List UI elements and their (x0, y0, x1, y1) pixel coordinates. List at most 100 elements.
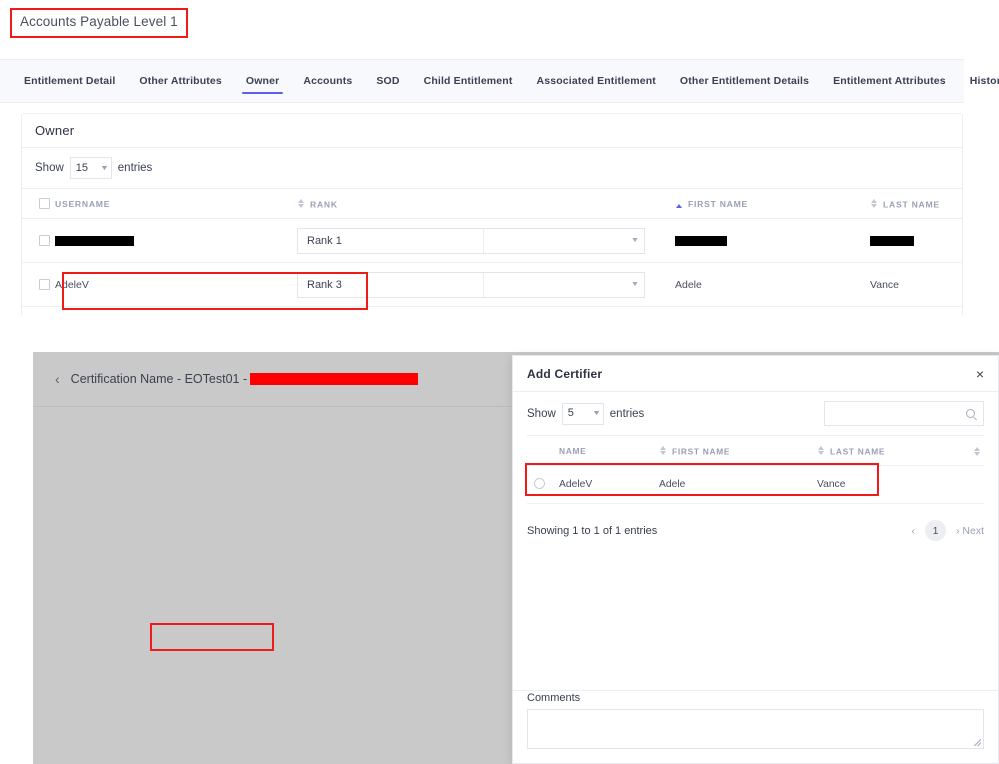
cell-last-name: Vance (870, 262, 962, 307)
search-icon (966, 409, 975, 418)
chevron-down-icon: ▼ (630, 281, 640, 288)
tab-child-entitlement[interactable]: Child Entitlement (424, 59, 513, 103)
redacted-certification-name (250, 373, 419, 385)
certifier-header-row: NAME FIRST NAME LAST NAME (527, 435, 984, 466)
tab-other-entitlement-details[interactable]: Other Entitlement Details (680, 59, 809, 103)
search-input[interactable] (824, 401, 984, 426)
chevron-down-icon: ▼ (591, 410, 601, 417)
col-first-name[interactable]: FIRST NAME (659, 435, 817, 466)
row-select-cell (527, 465, 559, 504)
table-row[interactable]: Rank 1 ▼ (22, 218, 962, 263)
page-size-select[interactable]: 5 ▼ (561, 402, 604, 425)
table-row[interactable]: AdeleV Rank 3 ▼ Adele Vance (22, 262, 962, 307)
col-rank[interactable]: RANK (297, 188, 675, 219)
col-username-label: USERNAME (55, 198, 111, 209)
select-header (527, 435, 559, 466)
rank-value: Rank 3 (307, 278, 342, 291)
tab-associated-entitlement[interactable]: Associated Entitlement (537, 59, 656, 103)
add-certifier-modal: Add Certifier × Show 5 ▼ entries NAME FI… (512, 355, 999, 764)
col-username[interactable]: USERNAME (55, 188, 297, 219)
row-select-cell (22, 218, 55, 263)
tab-label: Other Entitlement Details (679, 75, 810, 87)
comments-textarea[interactable] (527, 709, 984, 749)
cell-username (55, 218, 297, 263)
col-last-name[interactable]: LAST NAME (870, 188, 962, 219)
cell-username: AdeleV (55, 262, 297, 307)
col-rank-label: RANK (310, 199, 338, 210)
close-icon[interactable]: × (976, 367, 984, 381)
sort-icon (870, 198, 877, 209)
select-all-checkbox[interactable] (39, 198, 50, 210)
row-checkbox[interactable] (39, 235, 50, 247)
tab-owner[interactable]: Owner (241, 59, 284, 103)
screenshot-root: Accounts Payable Level 1 Entitlement Det… (0, 0, 999, 764)
certification-body (33, 406, 512, 764)
sort-icon (297, 198, 304, 209)
rank-dropdown[interactable]: Rank 3 ▼ (297, 271, 645, 298)
tab-accounts[interactable]: Accounts (303, 59, 352, 103)
col-name-label: NAME (559, 445, 587, 456)
pager-prev[interactable]: ‹ (911, 525, 915, 537)
col-first-name[interactable]: FIRST NAME (675, 188, 870, 219)
cell-last-name (870, 218, 962, 263)
cell-first-name: Adele (675, 262, 870, 307)
chevron-down-icon: ▼ (99, 164, 109, 172)
pager-page-1[interactable]: 1 (924, 520, 946, 541)
chevron-down-icon: ▼ (630, 237, 640, 244)
row-checkbox[interactable] (39, 279, 50, 291)
rank-dropdown[interactable]: Rank 1 ▼ (297, 227, 645, 254)
sort-icon (817, 445, 824, 456)
certification-header: ‹ Certification Name - EOTest01 - (33, 352, 512, 406)
row-radio[interactable] (534, 477, 545, 489)
tab-entitlement-attributes[interactable]: Entitlement Attributes (833, 59, 946, 103)
owner-table-header-row: USERNAME RANK FIRST NAME LAST NAME (22, 188, 962, 219)
tab-other-attributes[interactable]: Other Attributes (139, 59, 222, 103)
tab-sod[interactable]: SOD (376, 59, 399, 103)
tab-entitlement-detail[interactable]: Entitlement Detail (24, 59, 115, 103)
owner-card-header: Owner (22, 114, 962, 148)
table-row[interactable]: AdeleV Adele Vance (527, 465, 984, 504)
col-last-name[interactable]: LAST NAME (817, 435, 952, 466)
certifier-table-wrap: NAME FIRST NAME LAST NAME AdeleV Adele V… (513, 435, 998, 504)
row-select-cell (22, 262, 55, 307)
username-value: AdeleV (55, 278, 89, 291)
tab-history[interactable]: History (970, 59, 999, 103)
sort-ascending-icon (675, 203, 682, 208)
rank-value: Rank 1 (307, 234, 342, 247)
certification-title: Certification Name - EOTest01 - (71, 372, 419, 386)
modal-title: Add Certifier (527, 366, 603, 381)
col-last-name-label: LAST NAME (830, 446, 886, 457)
cell-rank: Rank 1 ▼ (297, 218, 675, 263)
chevron-left-icon[interactable]: ‹ (55, 371, 60, 387)
pager-next[interactable]: › Next (956, 525, 984, 537)
owner-table: USERNAME RANK FIRST NAME LAST NAME Rank … (22, 188, 962, 307)
modal-pagination: Showing 1 to 1 of 1 entries ‹ 1 › Next (513, 504, 998, 541)
last-name-value: Vance (870, 278, 899, 291)
cell-first-name: Adele (659, 465, 817, 504)
tab-label: Other Attributes (139, 75, 222, 87)
certifier-table: NAME FIRST NAME LAST NAME AdeleV Adele V… (527, 435, 984, 504)
col-name[interactable]: NAME (559, 435, 659, 466)
modal-header: Add Certifier × (513, 356, 998, 392)
tab-label: Owner (245, 75, 280, 87)
modal-toolbar: Show 5 ▼ entries (513, 392, 998, 435)
resize-handle-icon[interactable] (974, 739, 981, 746)
col-first-name-label: FIRST NAME (688, 198, 749, 209)
pager-next-arrow: › (955, 524, 960, 537)
page-size-value: 5 (567, 407, 574, 419)
tab-label: History (969, 75, 999, 87)
page-title: Accounts Payable Level 1 (20, 14, 178, 29)
pager-next-label: Next (962, 524, 984, 537)
col-last-name-label: LAST NAME (883, 199, 940, 210)
show-label: Show (527, 407, 556, 420)
page-size-value: 15 (75, 161, 89, 174)
col-trailing[interactable] (952, 435, 984, 466)
owner-card: Owner Show 15 ▼ entries USERNAME RANK FI… (21, 113, 963, 315)
entitlement-tabbar: Entitlement Detail Other Attributes Owne… (0, 59, 999, 103)
redacted-last-name (870, 235, 914, 246)
cell-last-name: Vance (817, 465, 952, 504)
page-size-select[interactable]: 15 ▼ (69, 157, 112, 179)
page-title-highlight: Accounts Payable Level 1 (10, 8, 188, 38)
sort-icon (973, 446, 980, 457)
last-name-value: Vance (817, 479, 846, 490)
